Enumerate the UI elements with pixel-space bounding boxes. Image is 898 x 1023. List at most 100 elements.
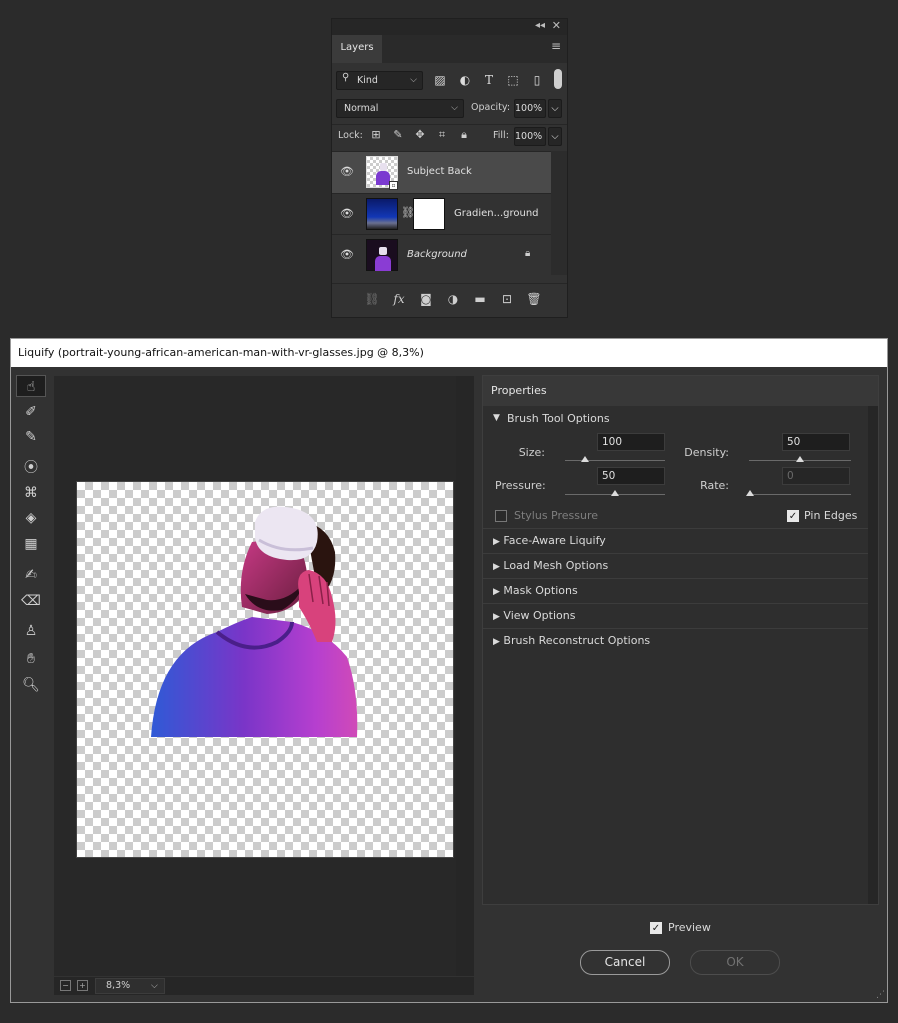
freeze-mask-tool-icon[interactable]: ✍︎ xyxy=(16,564,46,586)
chevron-down-icon[interactable]: ⌵ xyxy=(151,978,158,994)
resize-grip-icon[interactable]: ⋰ xyxy=(876,990,885,1000)
lock-all-icon[interactable]: 🔒︎ xyxy=(456,127,472,143)
trash-icon[interactable]: 🗑︎ xyxy=(525,290,543,308)
section-face-aware-liquify[interactable]: ▶ Face-Aware Liquify xyxy=(493,534,606,547)
pucker-tool-icon[interactable]: ⌘ xyxy=(16,482,46,504)
face-tool-icon[interactable]: ♙ xyxy=(16,620,46,642)
divider xyxy=(483,553,868,554)
fx-icon[interactable]: fx xyxy=(390,290,408,308)
smooth-tool-icon[interactable]: ✎ xyxy=(16,426,46,448)
collapse-panel-icon[interactable]: ◂◂ xyxy=(535,20,545,31)
thaw-mask-tool-icon[interactable]: ⌫ xyxy=(16,590,46,612)
divider xyxy=(483,528,868,529)
layer-name[interactable]: Background xyxy=(407,249,467,260)
lock-transparent-pixels-icon[interactable]: ⊞ xyxy=(368,127,384,143)
section-label: Brush Reconstruct Options xyxy=(503,634,651,647)
triangle-right-icon: ▶ xyxy=(493,612,500,622)
bloat-tool-icon[interactable]: ◈ xyxy=(16,507,46,529)
section-mask-options[interactable]: ▶ Mask Options xyxy=(493,584,578,597)
lock-image-pixels-icon[interactable]: ✎ xyxy=(390,127,406,143)
eye-icon[interactable]: 👁︎ xyxy=(340,248,354,261)
shape-layer-filter-icon[interactable]: ⬚ xyxy=(504,71,522,89)
close-icon[interactable]: ✕ xyxy=(552,19,561,32)
ok-button[interactable]: OK xyxy=(690,950,780,975)
filter-toggle[interactable] xyxy=(554,69,562,89)
layer-thumbnail xyxy=(366,239,398,271)
preview-checkbox[interactable]: ✓ xyxy=(650,922,662,934)
rate-slider[interactable] xyxy=(749,494,851,495)
size-slider-knob[interactable] xyxy=(581,456,589,462)
layers-panel: ◂◂ ✕ Layers ≡ Kind ⌵ ⚲ ▨ ◐ T ⬚ ▯ Normal … xyxy=(331,18,568,318)
subject-image xyxy=(151,506,358,737)
blend-mode-select[interactable]: Normal ⌵ xyxy=(336,99,464,118)
properties-scrollbar[interactable] xyxy=(868,406,878,904)
section-view-options[interactable]: ▶ View Options xyxy=(493,609,575,622)
lock-position-icon[interactable]: ✥ xyxy=(412,127,428,143)
preview-scrollbar[interactable] xyxy=(456,376,474,976)
opacity-field[interactable]: 100% xyxy=(514,99,546,118)
pressure-slider-knob[interactable] xyxy=(611,490,619,496)
rate-slider-knob[interactable] xyxy=(746,490,754,496)
zoom-in-button[interactable]: + xyxy=(77,980,88,991)
rate-label: Rate: xyxy=(700,479,729,492)
layer-name[interactable]: Gradien...ground xyxy=(454,208,539,219)
subject-head-thumbnail xyxy=(380,163,387,171)
properties-header: Properties xyxy=(483,376,878,406)
fill-field[interactable]: 100% xyxy=(514,127,546,146)
forward-warp-tool-icon[interactable]: ☝︎ xyxy=(16,375,46,397)
type-layer-filter-icon[interactable]: T xyxy=(480,71,498,89)
new-layer-icon[interactable]: ⊡ xyxy=(498,290,516,308)
density-slider-knob[interactable] xyxy=(796,456,804,462)
section-load-mesh-options[interactable]: ▶ Load Mesh Options xyxy=(493,559,608,572)
image-canvas[interactable] xyxy=(76,481,454,858)
blend-mode-value: Normal xyxy=(344,103,379,114)
density-field[interactable]: 50 xyxy=(782,433,850,451)
size-slider[interactable] xyxy=(565,460,665,461)
folder-icon[interactable]: ▬ xyxy=(471,290,489,308)
adjustment-layer-filter-icon[interactable]: ◐ xyxy=(456,71,474,89)
link-layers-icon[interactable]: ⛓︎ xyxy=(363,290,381,308)
pin-edges-checkbox[interactable]: ✓ xyxy=(787,510,799,522)
zoom-tool-icon[interactable]: 🔍︎ xyxy=(16,674,46,696)
panel-title-bar: ◂◂ ✕ xyxy=(332,19,567,35)
hand-tool-icon[interactable]: ✋︎ xyxy=(16,648,46,670)
panel-menu-icon[interactable]: ≡ xyxy=(551,39,561,53)
smart-object-icon: ▫ xyxy=(389,181,398,190)
section-label: Load Mesh Options xyxy=(503,559,609,572)
layer-name[interactable]: Subject Back xyxy=(407,166,472,177)
tab-layers[interactable]: Layers xyxy=(332,35,382,63)
pressure-field[interactable]: 50 xyxy=(597,467,665,485)
layer-row-gradient-background[interactable]: 👁︎ ⛓︎ Gradien...ground xyxy=(332,193,551,234)
layer-mask-thumbnail xyxy=(413,198,445,230)
adjustment-layer-icon[interactable]: ◑ xyxy=(444,290,462,308)
fill-dropdown-button[interactable]: ⌵ xyxy=(548,127,562,146)
rate-field[interactable]: 0 xyxy=(782,467,850,485)
eye-icon[interactable]: 👁︎ xyxy=(340,207,354,220)
smart-object-filter-icon[interactable]: ▯ xyxy=(528,71,546,89)
push-left-tool-icon[interactable]: ▦ xyxy=(16,533,46,555)
twirl-tool-icon[interactable]: ⦿ xyxy=(16,457,46,479)
opacity-dropdown-button[interactable]: ⌵ xyxy=(548,99,562,118)
divider xyxy=(483,578,868,579)
pixel-layer-filter-icon[interactable]: ▨ xyxy=(431,71,449,89)
triangle-right-icon: ▶ xyxy=(493,562,500,572)
lock-label: Lock: xyxy=(338,130,363,141)
preview-label: Preview xyxy=(668,921,711,934)
section-brush-reconstruct-options[interactable]: ▶ Brush Reconstruct Options xyxy=(493,634,650,647)
add-mask-icon[interactable]: ◙ xyxy=(417,290,435,308)
stylus-pressure-checkbox[interactable] xyxy=(495,510,507,522)
brush-tool-options-heading[interactable]: Brush Tool Options xyxy=(507,412,610,425)
layer-row-subject-back[interactable]: 👁︎ ▫ Subject Back xyxy=(332,152,551,193)
layer-row-background[interactable]: 👁︎ Background 🔒︎ xyxy=(332,234,551,275)
lock-artboard-icon[interactable]: ⌗ xyxy=(434,127,450,143)
chevron-down-icon: ⌵ xyxy=(451,103,458,113)
size-field[interactable]: 100 xyxy=(597,433,665,451)
zoom-out-button[interactable]: − xyxy=(60,980,71,991)
triangle-down-icon[interactable]: ▼ xyxy=(493,413,500,423)
layers-scrollbar[interactable] xyxy=(551,151,567,275)
reconstruct-tool-icon[interactable]: ✐ xyxy=(16,401,46,423)
cancel-button[interactable]: Cancel xyxy=(580,950,670,975)
triangle-right-icon: ▶ xyxy=(493,537,500,547)
eye-icon[interactable]: 👁︎ xyxy=(340,165,354,178)
kind-filter-label: Kind xyxy=(357,75,378,86)
